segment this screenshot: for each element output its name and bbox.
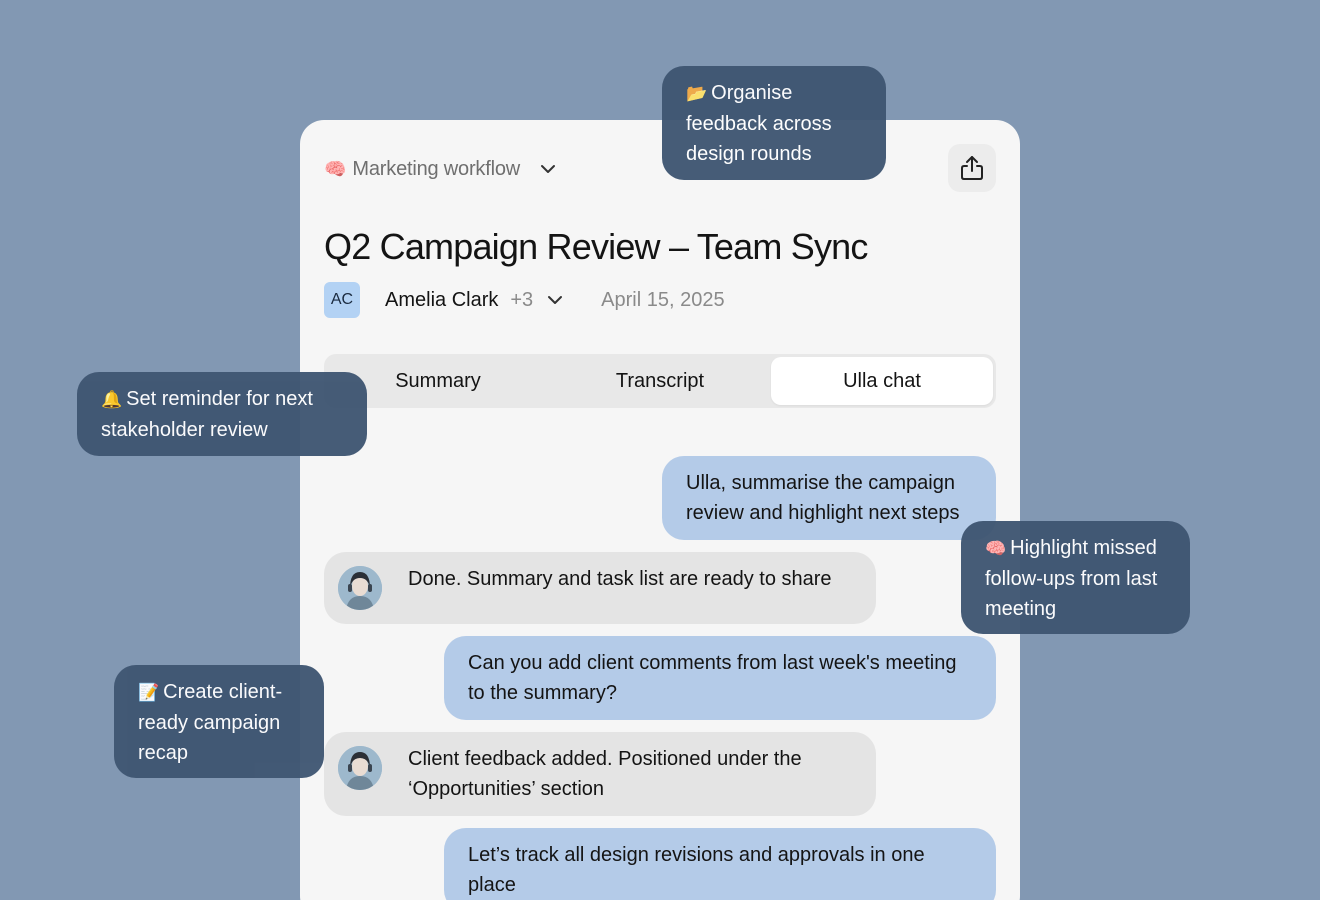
stage: 🧠 Marketing workflow Q2 Campaign Review …: [0, 0, 1320, 900]
meeting-title: Q2 Campaign Review – Team Sync: [324, 226, 868, 267]
meeting-meta: AC Amelia Clark +3 April 15, 2025: [324, 282, 725, 318]
user-message: Ulla, summarise the campaign review and …: [662, 456, 996, 540]
message-text: Ulla, summarise the campaign review and …: [686, 472, 960, 524]
message-text: Client feedback added. Positioned under …: [408, 748, 802, 800]
callout-text: Organise feedback across design rounds: [686, 82, 832, 165]
tab-transcript[interactable]: Transcript: [549, 357, 771, 405]
assistant-avatar: [338, 746, 382, 790]
message-text: Done. Summary and task list are ready to…: [408, 568, 832, 590]
bell-icon: 🔔: [101, 390, 123, 409]
feature-callout: 🧠 Highlight missed follow-ups from last m…: [961, 521, 1190, 634]
folder-icon: 📂: [686, 84, 708, 103]
brain-icon: 🧠: [985, 539, 1007, 558]
callout-text: Highlight missed follow-ups from last me…: [985, 537, 1158, 620]
feature-callout: 📂 Organise feedback across design rounds: [662, 66, 886, 180]
owner-name: Amelia Clark: [385, 288, 499, 311]
callout-text: Create client-ready campaign recap: [138, 681, 283, 764]
user-message: Let’s track all design revisions and app…: [444, 828, 996, 900]
share-button[interactable]: [948, 144, 996, 192]
chevron-down-icon: [538, 159, 558, 179]
feature-callout: 📝 Create client-ready campaign recap: [114, 665, 324, 778]
assistant-message: Client feedback added. Positioned under …: [324, 732, 876, 816]
assistant-message: Done. Summary and task list are ready to…: [324, 552, 876, 624]
feature-callout: 🔔 Set reminder for next stakeholder revie…: [77, 372, 367, 456]
meeting-card: 🧠 Marketing workflow Q2 Campaign Review …: [300, 120, 1020, 900]
message-text: Can you add client comments from last we…: [468, 652, 957, 704]
tab-ulla-chat[interactable]: Ulla chat: [771, 357, 993, 405]
tab-bar: Summary Transcript Ulla chat: [324, 354, 996, 408]
workspace-label: Marketing workflow: [352, 157, 520, 180]
assistant-avatar: [338, 566, 382, 610]
user-message: Can you add client comments from last we…: [444, 636, 996, 720]
participants-count[interactable]: +3: [510, 289, 533, 312]
callout-text: Set reminder for next stakeholder review: [101, 388, 313, 441]
workspace-selector[interactable]: 🧠 Marketing workflow: [324, 154, 558, 184]
share-icon: [958, 154, 986, 182]
memo-icon: 📝: [138, 683, 160, 702]
message-text: Let’s track all design revisions and app…: [468, 844, 925, 896]
avatar: AC: [324, 282, 360, 318]
chevron-down-icon[interactable]: [545, 290, 565, 310]
meeting-date: April 15, 2025: [601, 288, 725, 311]
brain-icon: 🧠: [324, 159, 347, 179]
